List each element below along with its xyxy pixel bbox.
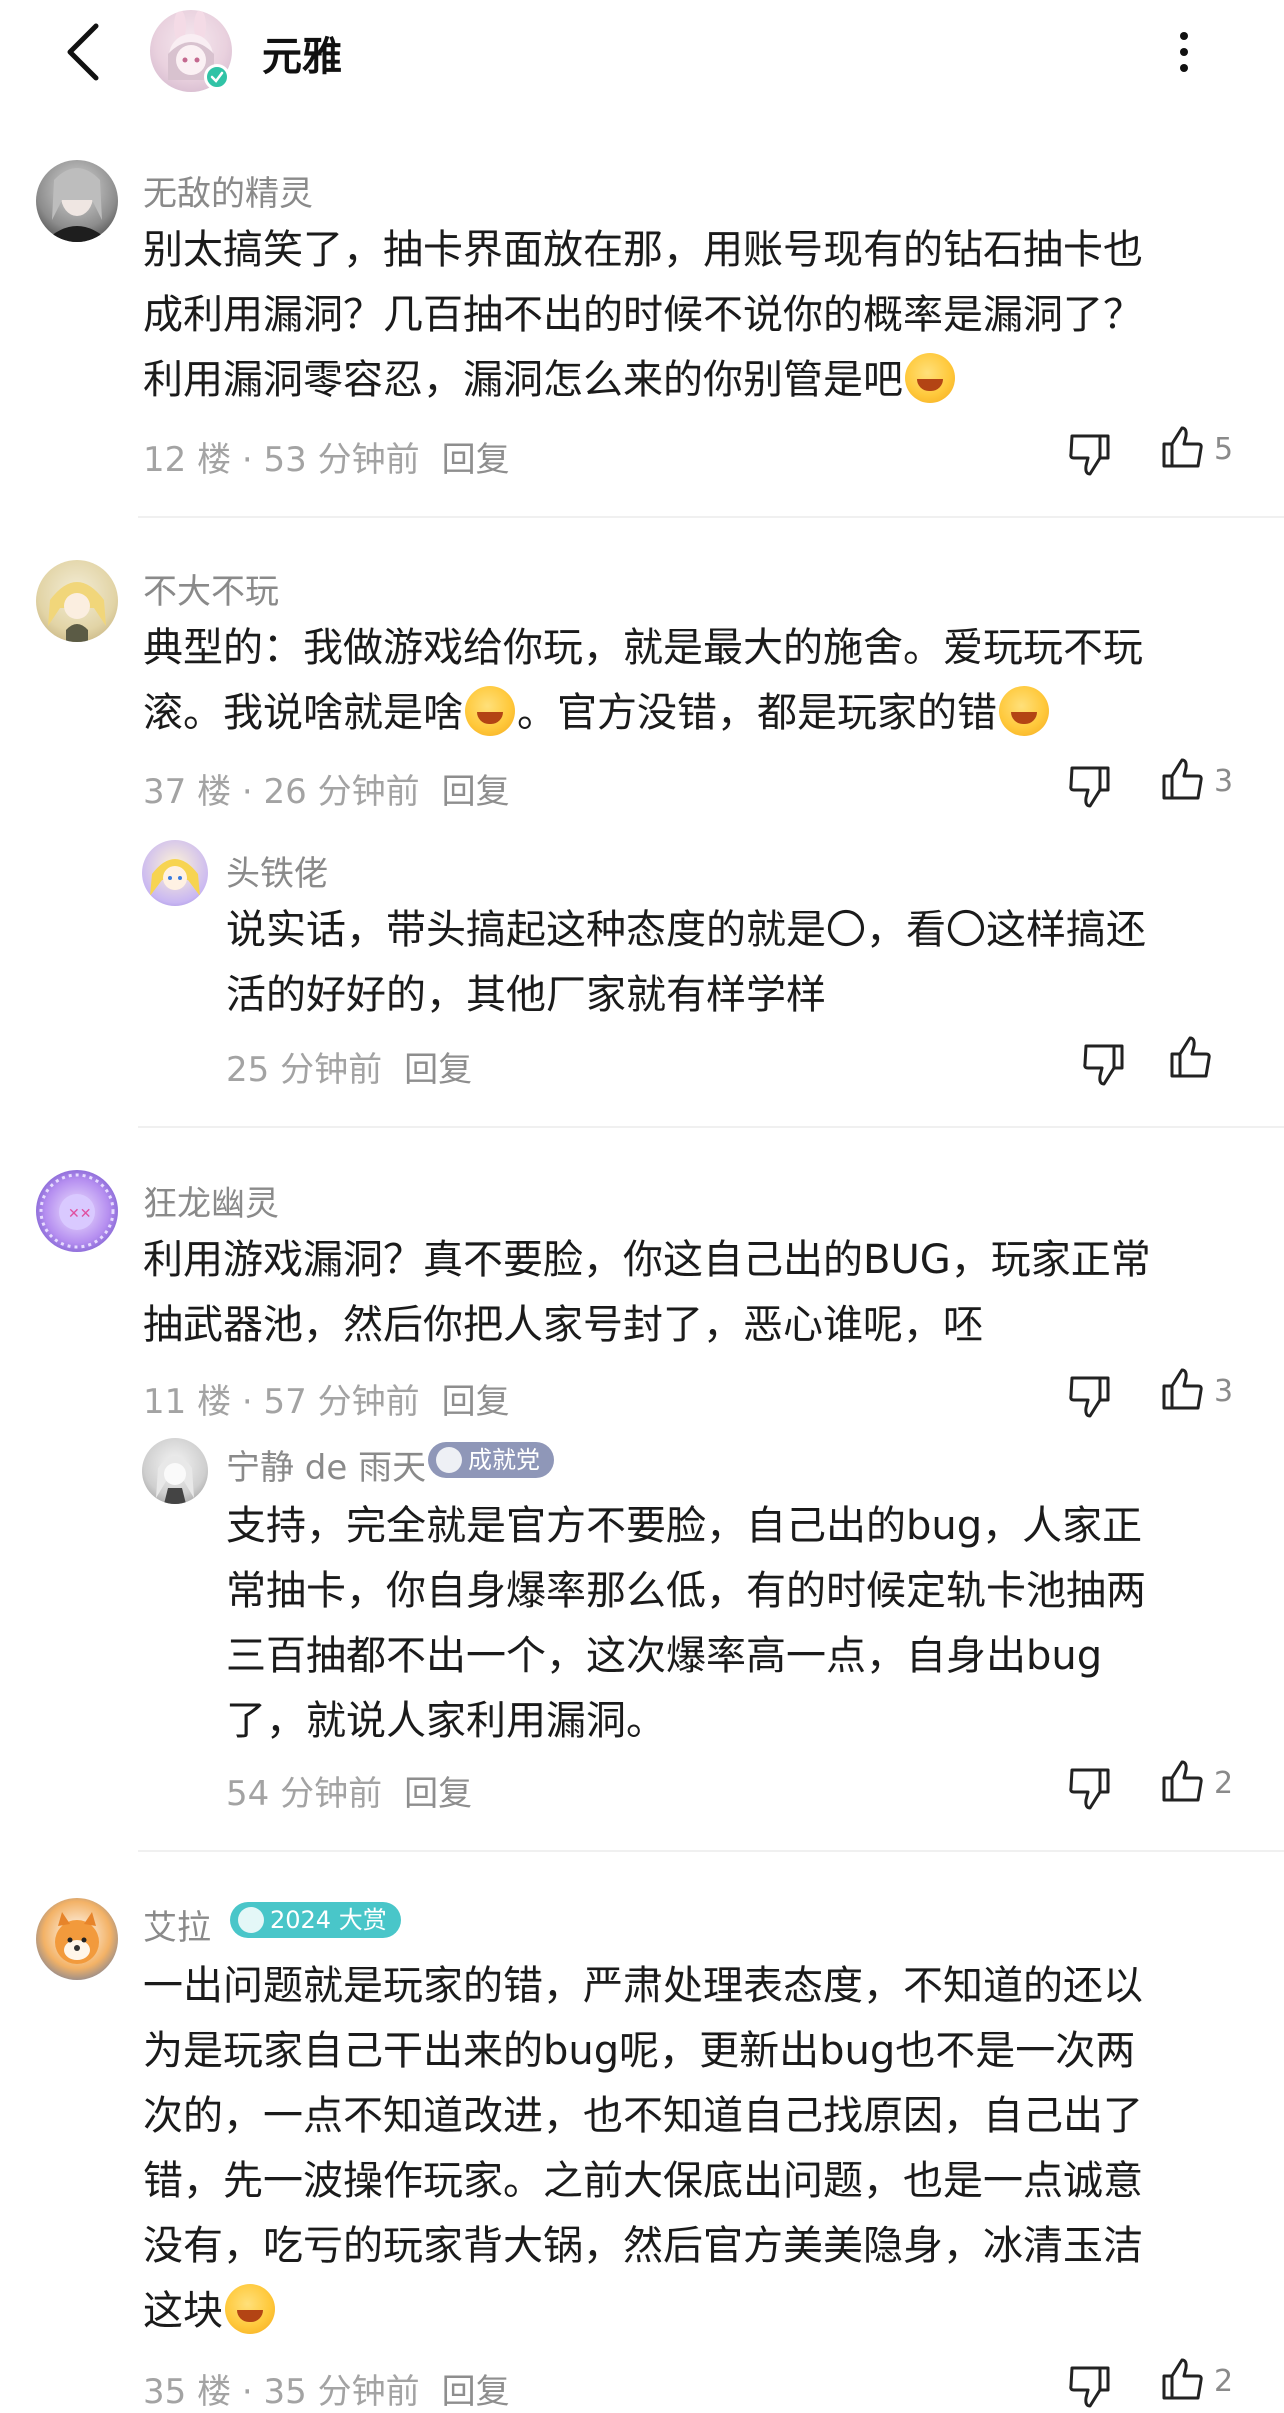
comment-line: 次的，一点不知道改进，也不知道自己找原因，自己出了 bbox=[143, 2093, 1143, 2139]
reply-line: 三百抽都不出一个，这次爆率高一点，自身出bug bbox=[226, 1633, 1103, 1679]
svg-text:✕✕: ✕✕ bbox=[68, 1206, 91, 1222]
top-bar: 元雅 bbox=[0, 0, 1284, 110]
like-icon[interactable] bbox=[1166, 1034, 1214, 1082]
like-count: 3 bbox=[1214, 1374, 1234, 1409]
reply-meta: 25 分钟前 回复 bbox=[226, 1042, 472, 1091]
award-icon bbox=[238, 1907, 264, 1933]
love-emoji-icon bbox=[905, 353, 955, 403]
verified-icon bbox=[204, 64, 230, 90]
floor-number: 37 楼 bbox=[143, 772, 232, 812]
like-count: 5 bbox=[1214, 432, 1234, 467]
comment-username[interactable]: 艾拉 bbox=[143, 1900, 211, 1949]
reply-username[interactable]: 宁静 de 雨天 bbox=[226, 1440, 426, 1489]
badge-label: 2024 大赏 bbox=[270, 1906, 387, 1934]
reply-line: 说实话，带头搞起这种态度的就是〇，看〇这样搞还 bbox=[226, 907, 1146, 953]
divider bbox=[138, 516, 1284, 518]
dislike-icon[interactable] bbox=[1066, 1764, 1114, 1812]
comment-time: 26 分钟前 bbox=[263, 772, 420, 812]
award-badge: 2024 大赏 bbox=[230, 1902, 401, 1938]
avatar[interactable] bbox=[36, 160, 118, 242]
floor-number: 35 楼 bbox=[143, 2372, 232, 2412]
back-icon[interactable] bbox=[60, 22, 110, 82]
reply-button[interactable]: 回复 bbox=[404, 1050, 472, 1090]
comment-username[interactable]: 不大不玩 bbox=[143, 564, 279, 613]
comment-line: 利用游戏漏洞？真不要脸，你这自己出的BUG，玩家正常 bbox=[143, 1237, 1151, 1283]
floor-number: 11 楼 bbox=[143, 1382, 232, 1422]
like-icon[interactable] bbox=[1158, 1366, 1206, 1414]
divider bbox=[138, 1850, 1284, 1852]
comment-time: 57 分钟前 bbox=[263, 1382, 420, 1422]
comment-line: 别太搞笑了，抽卡界面放在那，用账号现有的钻石抽卡也 bbox=[143, 227, 1143, 273]
comment-meta: 35 楼 · 35 分钟前 回复 bbox=[143, 2372, 510, 2412]
comment-text: 利用游戏漏洞？真不要脸，你这自己出的BUG，玩家正常 抽武器池，然后你把人家号封… bbox=[143, 1228, 1253, 1358]
comment-meta: 37 楼 · 26 分钟前 回复 bbox=[143, 772, 510, 812]
comment-text: 别太搞笑了，抽卡界面放在那，用账号现有的钻石抽卡也 成利用漏洞？几百抽不出的时候… bbox=[143, 218, 1253, 413]
reply-time: 54 分钟前 bbox=[226, 1774, 383, 1814]
reply-line: 活的好好的，其他厂家就有样学样 bbox=[226, 972, 826, 1018]
comment-line: 滚。我说啥就是啥 。官方没错，都是玩家的错 bbox=[143, 681, 1253, 746]
dislike-icon[interactable] bbox=[1066, 430, 1114, 478]
reply-meta: 54 分钟前 回复 bbox=[226, 1766, 472, 1815]
comment-line: 成利用漏洞？几百抽不出的时候不说你的概率是漏洞了？ bbox=[143, 292, 1143, 338]
reply-button[interactable]: 回复 bbox=[404, 1774, 472, 1814]
dislike-icon[interactable] bbox=[1066, 2362, 1114, 2410]
grin-emoji-icon bbox=[465, 686, 515, 736]
dislike-icon[interactable] bbox=[1066, 1372, 1114, 1420]
comment-line: 利用漏洞零容忍，漏洞怎么来的你别管是吧 bbox=[143, 348, 1253, 413]
comment-line-text: 。官方没错，都是玩家的错 bbox=[517, 690, 997, 736]
reply-button[interactable]: 回复 bbox=[442, 440, 510, 480]
reply-text: 说实话，带头搞起这种态度的就是〇，看〇这样搞还 活的好好的，其他厂家就有样学样 bbox=[226, 898, 1284, 1028]
comment-time: 53 分钟前 bbox=[263, 440, 420, 480]
like-icon[interactable] bbox=[1158, 2356, 1206, 2404]
comment-line: 典型的：我做游戏给你玩，就是最大的施舍。爱玩玩不玩 bbox=[143, 625, 1143, 671]
comment-username[interactable]: 狂龙幽灵 bbox=[143, 1176, 279, 1225]
like-icon[interactable] bbox=[1158, 424, 1206, 472]
comment-line: 这块 bbox=[143, 2279, 1253, 2344]
laugh-emoji-icon bbox=[999, 686, 1049, 736]
trophy-icon bbox=[436, 1447, 462, 1473]
salute-emoji-icon bbox=[225, 2284, 275, 2334]
comment-username[interactable]: 无敌的精灵 bbox=[143, 166, 313, 215]
comment-time: 35 分钟前 bbox=[263, 2372, 420, 2412]
avatar[interactable] bbox=[36, 560, 118, 642]
more-options-icon[interactable] bbox=[1176, 28, 1192, 76]
comment-meta: 12 楼 · 53 分钟前 回复 bbox=[143, 440, 510, 480]
like-icon[interactable] bbox=[1158, 1758, 1206, 1806]
comment-line: 一出问题就是玩家的错，严肃处理表态度，不知道的还以 bbox=[143, 1963, 1143, 2009]
reply-line: 了，就说人家利用漏洞。 bbox=[226, 1698, 666, 1744]
reply-button[interactable]: 回复 bbox=[442, 772, 510, 812]
avatar[interactable] bbox=[142, 840, 208, 906]
comment-line: 没有，吃亏的玩家背大锅，然后官方美美隐身，冰清玉洁 bbox=[143, 2223, 1143, 2269]
comment-text: 典型的：我做游戏给你玩，就是最大的施舍。爱玩玩不玩 滚。我说啥就是啥 。官方没错，… bbox=[143, 616, 1253, 746]
floor-number: 12 楼 bbox=[143, 440, 232, 480]
comment-line-text: 滚。我说啥就是啥 bbox=[143, 690, 463, 736]
comment-line-text: 利用漏洞零容忍，漏洞怎么来的你别管是吧 bbox=[143, 357, 903, 403]
comment-text: 一出问题就是玩家的错，严肃处理表态度，不知道的还以 为是玩家自己干出来的bug呢… bbox=[143, 1954, 1253, 2344]
badge-label: 成就党 bbox=[468, 1446, 540, 1474]
page-title: 元雅 bbox=[262, 34, 342, 80]
comment-line: 错，先一波操作玩家。之前大保底出问题，也是一点诚意 bbox=[143, 2158, 1143, 2204]
avatar[interactable] bbox=[36, 1898, 118, 1980]
like-count: 2 bbox=[1214, 1766, 1234, 1801]
avatar[interactable] bbox=[142, 1438, 208, 1504]
like-icon[interactable] bbox=[1158, 756, 1206, 804]
reply-time: 25 分钟前 bbox=[226, 1050, 383, 1090]
reply-username[interactable]: 头铁佬 bbox=[226, 846, 328, 895]
avatar[interactable]: ✕✕ bbox=[36, 1170, 118, 1252]
reply-button[interactable]: 回复 bbox=[442, 2372, 510, 2412]
reply-text: 支持，完全就是官方不要脸，自己出的bug，人家正 常抽卡，你自身爆率那么低，有的… bbox=[226, 1494, 1284, 1754]
comment-line-text: 这块 bbox=[143, 2288, 223, 2334]
comment-meta: 11 楼 · 57 分钟前 回复 bbox=[143, 1382, 510, 1422]
reply-line: 支持，完全就是官方不要脸，自己出的bug，人家正 bbox=[226, 1503, 1143, 1549]
reply-line: 常抽卡，你自身爆率那么低，有的时候定轨卡池抽两 bbox=[226, 1568, 1146, 1614]
comment-line: 抽武器池，然后你把人家号封了，恶心谁呢，呸 bbox=[143, 1302, 983, 1348]
divider bbox=[138, 1126, 1284, 1128]
achievement-badge: 成就党 bbox=[428, 1442, 554, 1478]
comment-line: 为是玩家自己干出来的bug呢，更新出bug也不是一次两 bbox=[143, 2028, 1136, 2074]
dislike-icon[interactable] bbox=[1080, 1040, 1128, 1088]
like-count: 2 bbox=[1214, 2364, 1234, 2399]
like-count: 3 bbox=[1214, 764, 1234, 799]
reply-button[interactable]: 回复 bbox=[442, 1382, 510, 1422]
dislike-icon[interactable] bbox=[1066, 762, 1114, 810]
